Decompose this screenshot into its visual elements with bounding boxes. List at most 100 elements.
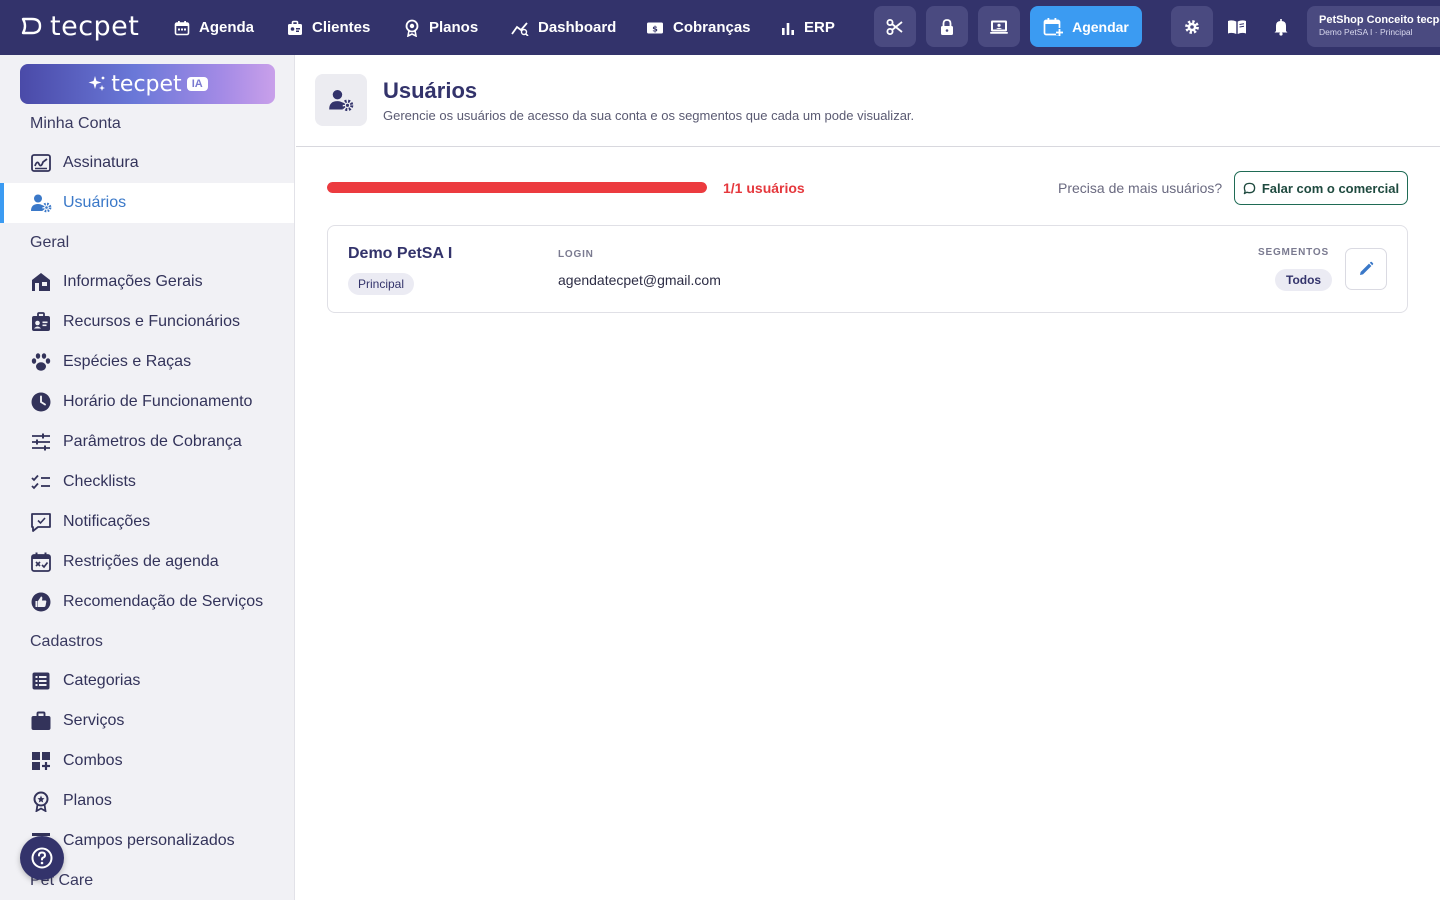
clients-icon: [288, 20, 302, 35]
id-badge-icon: [32, 312, 50, 331]
svg-text:$: $: [652, 24, 658, 33]
nav-planos-label: Planos: [429, 19, 479, 36]
ia-badge: IA: [186, 77, 208, 91]
sidebar-item-label: Horário de Funcionamento: [63, 393, 253, 410]
nav-agenda-label: Agenda: [199, 19, 255, 36]
logo-text: tecpet: [50, 10, 140, 42]
login-label: LOGIN: [558, 249, 594, 260]
bell-icon: [1274, 18, 1288, 36]
list-icon: [32, 672, 50, 690]
bar-chart-icon: [782, 22, 794, 35]
screen-icon: [990, 20, 1008, 34]
sidebar-item-informacoes-gerais[interactable]: Informações Gerais: [0, 262, 294, 302]
scissors-button[interactable]: [874, 6, 916, 47]
recommend-icon: [31, 592, 51, 612]
calendar-icon: [174, 20, 190, 35]
sidebar-item-categorias[interactable]: Categorias: [0, 661, 294, 701]
settings-button[interactable]: [1171, 6, 1213, 47]
award-icon: [33, 791, 49, 812]
page-subtitle: Gerencie os usuários de acesso da sua co…: [383, 108, 915, 123]
scissors-icon: [886, 18, 903, 35]
store-icon: [32, 273, 50, 291]
nav-cobrancas-label: Cobranças: [673, 19, 751, 36]
chat-bubble-icon: [1243, 182, 1256, 194]
settings-sidebar: tecpet IA Minha Conta Assinatura Usuário…: [0, 55, 295, 900]
sidebar-item-notificacoes[interactable]: Notificações: [0, 502, 294, 542]
sidebar-item-servicos[interactable]: Serviços: [0, 701, 294, 741]
account-switcher[interactable]: PetShop Conceito tecpet Demo PetSA I · P…: [1307, 6, 1440, 47]
screen-button[interactable]: [978, 6, 1020, 47]
account-subtitle: Demo PetSA I · Principal: [1319, 27, 1413, 37]
clock-icon: [31, 392, 51, 412]
paw-icon: [31, 353, 51, 371]
signature-icon: [31, 154, 51, 172]
manual-button[interactable]: [1216, 6, 1258, 47]
sidebar-item-label: Informações Gerais: [63, 273, 203, 290]
user-quota-progress: [327, 182, 707, 193]
lock-icon: [941, 18, 953, 35]
agendar-button[interactable]: Agendar: [1030, 6, 1142, 47]
sidebar-item-recursos-funcionarios[interactable]: Recursos e Funcionários: [0, 302, 294, 342]
gear-icon: [1185, 19, 1199, 34]
sidebar-item-label: Parâmetros de Cobrança: [63, 433, 242, 450]
section-cadastros: Cadastros: [30, 633, 103, 650]
segments-label: SEGMENTOS: [1258, 247, 1329, 258]
sparkle-icon: [88, 76, 106, 91]
logo-mark-icon: [21, 17, 42, 35]
sidebar-item-label: Usuários: [63, 194, 127, 211]
ia-text: tecpet: [111, 71, 182, 97]
sidebar-item-label: Espécies e Raças: [63, 353, 192, 370]
money-icon: $: [647, 22, 663, 33]
user-name: Demo PetSA I: [348, 245, 453, 262]
sidebar-item-label: Restrições de agenda: [63, 553, 219, 570]
contact-sales-label: Falar com o comercial: [1261, 180, 1400, 196]
contact-sales-button[interactable]: Falar com o comercial: [1234, 171, 1408, 205]
lock-button[interactable]: [926, 6, 968, 47]
nav-dashboard[interactable]: Dashboard: [511, 0, 616, 55]
book-icon: [1228, 19, 1246, 34]
edit-user-button[interactable]: [1345, 248, 1387, 290]
user-quota-label: 1/1 usuários: [723, 180, 805, 196]
sidebar-item-label: Campos personalizados: [63, 832, 235, 849]
sidebar-item-especies-racas[interactable]: Espécies e Raças: [0, 342, 294, 382]
login-value: agendatecpet@gmail.com: [558, 272, 721, 288]
sidebar-item-label: Combos: [63, 752, 123, 769]
sidebar-item-parametros-cobranca[interactable]: Parâmetros de Cobrança: [0, 422, 294, 462]
nav-dashboard-label: Dashboard: [538, 19, 617, 36]
sidebar-item-label: Notificações: [63, 513, 151, 530]
checklist-icon: [31, 474, 50, 490]
segments-badge: Todos: [1275, 269, 1333, 291]
nav-agenda[interactable]: Agenda: [174, 0, 254, 55]
help-button[interactable]: [20, 836, 64, 880]
nav-erp[interactable]: ERP: [781, 0, 835, 55]
nav-cobrancas[interactable]: $ Cobranças: [646, 0, 751, 55]
tecpet-ia-banner[interactable]: tecpet IA: [20, 64, 275, 104]
calendar-restriction-icon: [31, 552, 51, 572]
sidebar-item-usuarios[interactable]: Usuários: [0, 183, 294, 223]
section-geral: Geral: [30, 234, 70, 251]
notifications-button[interactable]: [1260, 6, 1302, 47]
tecpet-logo[interactable]: tecpet: [20, 10, 139, 42]
nav-clientes[interactable]: Clientes: [287, 0, 370, 55]
sidebar-item-label: Recomendação de Serviços: [63, 593, 264, 610]
sidebar-item-restricoes-agenda[interactable]: Restrições de agenda: [0, 542, 294, 582]
header-icon-box: [315, 74, 367, 126]
user-gear-icon: [329, 89, 354, 112]
agendar-label: Agendar: [1072, 18, 1129, 35]
sidebar-item-horario-funcionamento[interactable]: Horário de Funcionamento: [0, 382, 294, 422]
account-name: PetShop Conceito tecpet: [1319, 14, 1440, 26]
sidebar-item-checklists[interactable]: Checklists: [0, 462, 294, 502]
nav-planos[interactable]: Planos: [404, 0, 478, 55]
sidebar-item-label: Serviços: [63, 712, 125, 729]
page-header: Usuários Gerencie os usuários de acesso …: [296, 55, 1440, 147]
sidebar-item-recomendacao-servicos[interactable]: Recomendação de Serviços: [0, 582, 294, 622]
sidebar-item-planos[interactable]: Planos: [0, 781, 294, 821]
calendar-add-icon: [1043, 17, 1064, 36]
sidebar-item-assinatura[interactable]: Assinatura: [0, 143, 294, 183]
user-gear-icon: [31, 194, 52, 213]
briefcase-icon: [31, 711, 51, 730]
sidebar-item-combos[interactable]: Combos: [0, 741, 294, 781]
sidebar-item-label: Categorias: [63, 672, 141, 689]
section-minha-conta: Minha Conta: [30, 115, 121, 132]
sliders-icon: [32, 433, 50, 451]
